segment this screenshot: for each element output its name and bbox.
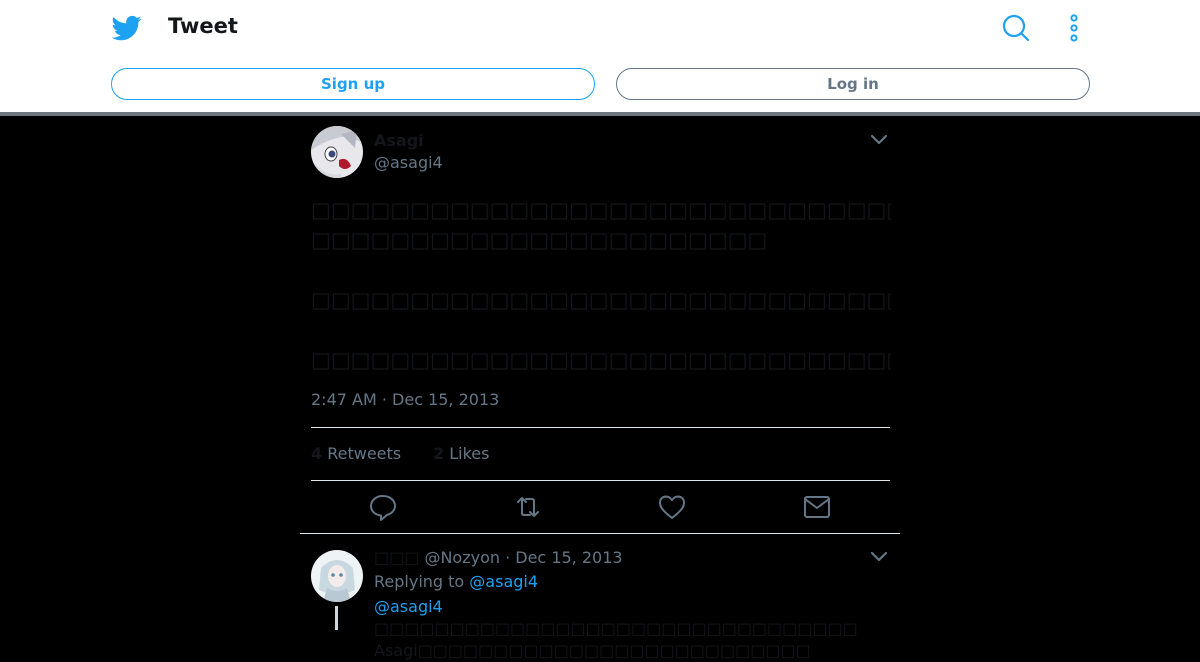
reply-icon[interactable] xyxy=(368,492,398,522)
replying-to: Replying to @asagi4 xyxy=(374,572,538,591)
tweet-text-line: □□□□□□□□□□□□□□□□□□□□□□□□□□□□□□□□□□□□□□□□ xyxy=(311,348,891,372)
top-navigation-bar: Tweet Sign up Log in xyxy=(0,0,1200,113)
reply-text: @asagi4 □□□□□□□□□□□□□□□□□□□□□□□□□□□□□□□□… xyxy=(374,596,890,662)
page-title: Tweet xyxy=(168,14,238,38)
reply-mention-link[interactable]: @asagi4 xyxy=(374,597,443,616)
like-count: 2 xyxy=(433,444,445,463)
tweet-text-line: □□□□□□□□□□□□□□□□□□□□□□□ xyxy=(311,228,768,252)
author-display-name[interactable]: Asagi xyxy=(374,131,424,150)
tweet-text-line: □□□□□□□□□□□□□□□□□□□□□□□□□□□□□□□□□□□□□□□ xyxy=(311,288,891,312)
divider xyxy=(311,427,890,428)
tweet-timestamp[interactable]: 2:47 AM · Dec 15, 2013 xyxy=(311,390,499,409)
author-screen-name[interactable]: @asagi4 xyxy=(374,153,443,172)
log-in-button[interactable]: Log in xyxy=(616,68,1090,100)
mail-icon[interactable] xyxy=(802,492,832,522)
like-label: Likes xyxy=(449,444,490,463)
thread-line xyxy=(335,606,338,630)
heart-icon[interactable] xyxy=(657,492,687,522)
reply-body: □□□□□□□□□□□□□□□□□□□□□□□□□□□□□□□□ Asagi□□… xyxy=(374,619,858,660)
retweet-icon[interactable] xyxy=(513,492,543,522)
reply-header: □□□ @Nozyon · Dec 15, 2013 xyxy=(374,548,623,567)
more-vertical-icon[interactable] xyxy=(1058,12,1090,44)
retweet-count: 4 xyxy=(311,444,323,463)
sign-up-button[interactable]: Sign up xyxy=(111,68,595,100)
divider xyxy=(311,480,890,481)
reply-author-display-name[interactable]: □□□ xyxy=(374,548,419,567)
retweet-label: Retweets xyxy=(327,444,402,463)
likes-stat[interactable]: 2 Likes xyxy=(433,444,489,463)
divider xyxy=(300,533,900,534)
replying-prefix: Replying to xyxy=(374,572,465,591)
chevron-down-icon[interactable] xyxy=(869,550,889,564)
twitter-bird-icon[interactable] xyxy=(111,13,143,43)
chevron-down-icon[interactable] xyxy=(869,133,889,147)
reply-author-avatar[interactable] xyxy=(311,550,363,602)
tweet-text-line: □□□□□□□□□□□□□□□□□□□□□□□□□□□□□□□□□□□□□□□□… xyxy=(311,198,891,222)
reply-meta[interactable]: @Nozyon · Dec 15, 2013 xyxy=(424,548,622,567)
header-divider xyxy=(0,112,1200,116)
retweets-stat[interactable]: 4 Retweets xyxy=(311,444,401,463)
replying-to-link[interactable]: @asagi4 xyxy=(469,572,538,591)
author-avatar[interactable] xyxy=(311,126,363,178)
search-icon[interactable] xyxy=(1000,12,1032,44)
